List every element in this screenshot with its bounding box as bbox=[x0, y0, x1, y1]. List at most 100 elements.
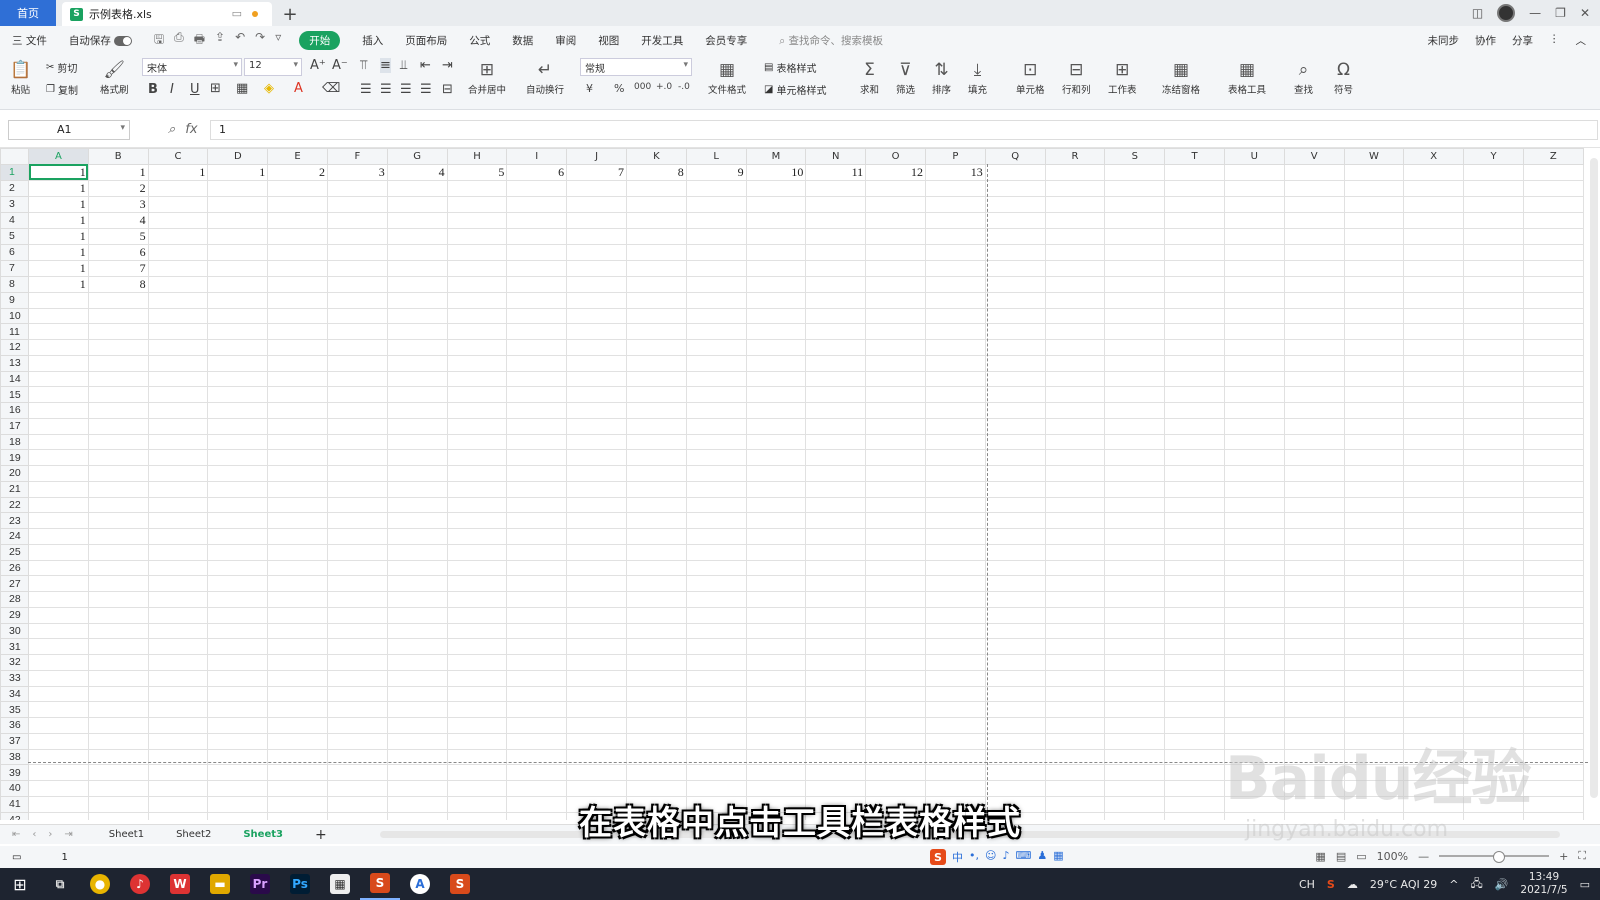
cell-u25[interactable] bbox=[1223, 543, 1285, 561]
cell-h4[interactable] bbox=[446, 211, 508, 229]
row-header[interactable]: 2 bbox=[0, 179, 29, 197]
tab-data[interactable]: 数据 bbox=[512, 33, 533, 48]
row-header[interactable]: 10 bbox=[0, 307, 29, 325]
cell-d10[interactable] bbox=[207, 307, 269, 325]
cell-d1[interactable]: 1 bbox=[207, 163, 269, 181]
cell-s25[interactable] bbox=[1104, 543, 1166, 561]
cell-w34[interactable] bbox=[1343, 685, 1405, 703]
cell-p10[interactable] bbox=[924, 307, 986, 325]
cell-a19[interactable] bbox=[28, 449, 89, 466]
row-header[interactable]: 6 bbox=[0, 243, 29, 261]
cell-e32[interactable] bbox=[267, 654, 328, 671]
cell-k8[interactable] bbox=[625, 275, 687, 293]
cell-r8[interactable] bbox=[1044, 275, 1106, 293]
cell-u11[interactable] bbox=[1223, 323, 1285, 340]
cell-f26[interactable] bbox=[326, 559, 388, 577]
cell-m7[interactable] bbox=[745, 259, 807, 277]
cell-g2[interactable] bbox=[386, 179, 448, 197]
cell-p39[interactable] bbox=[924, 764, 986, 781]
tab-review[interactable]: 审阅 bbox=[555, 33, 576, 48]
font-name-select[interactable]: 宋体 bbox=[142, 58, 242, 76]
tab-view[interactable]: 视图 bbox=[598, 33, 619, 48]
cell-l5[interactable] bbox=[685, 227, 747, 245]
cell-n10[interactable] bbox=[805, 307, 867, 325]
cell-v17[interactable] bbox=[1283, 417, 1345, 435]
cell-q22[interactable] bbox=[984, 496, 1046, 514]
column-header-d[interactable]: D bbox=[207, 148, 269, 165]
cell-s27[interactable] bbox=[1104, 575, 1166, 592]
cell-r26[interactable] bbox=[1044, 559, 1106, 577]
cell-x14[interactable] bbox=[1403, 370, 1465, 388]
cell-w24[interactable] bbox=[1343, 528, 1405, 545]
cell-j20[interactable] bbox=[566, 465, 627, 482]
cell-r36[interactable] bbox=[1044, 717, 1106, 734]
cell-n32[interactable] bbox=[805, 654, 867, 671]
cell-m34[interactable] bbox=[745, 685, 807, 703]
cell-n40[interactable] bbox=[805, 780, 867, 797]
cell-d34[interactable] bbox=[207, 685, 269, 703]
cell-p2[interactable] bbox=[924, 179, 986, 197]
row-header[interactable]: 26 bbox=[0, 559, 29, 577]
worksheet-button[interactable]: ⊞ 工作表 bbox=[1108, 58, 1137, 96]
cell-v1[interactable] bbox=[1283, 163, 1345, 181]
sogou-tray-icon[interactable]: S bbox=[1327, 878, 1335, 891]
cell-h31[interactable] bbox=[446, 638, 508, 655]
number-format-select[interactable]: 常规 bbox=[580, 58, 692, 76]
row-header[interactable]: 21 bbox=[0, 480, 29, 498]
cell-o9[interactable] bbox=[865, 291, 926, 309]
cell-f12[interactable] bbox=[326, 339, 388, 356]
cell-r28[interactable] bbox=[1044, 591, 1106, 608]
cell-v2[interactable] bbox=[1283, 179, 1345, 197]
cell-j7[interactable] bbox=[566, 259, 627, 277]
cell-l27[interactable] bbox=[685, 575, 747, 592]
cell-i16[interactable] bbox=[506, 402, 568, 419]
cell-c32[interactable] bbox=[147, 654, 209, 671]
cell-b12[interactable] bbox=[87, 339, 149, 356]
cell-b11[interactable] bbox=[87, 323, 149, 340]
cell-d13[interactable] bbox=[207, 354, 269, 372]
cell-r7[interactable] bbox=[1044, 259, 1106, 277]
cell-k5[interactable] bbox=[625, 227, 687, 245]
cell-k33[interactable] bbox=[625, 669, 687, 687]
cell-t33[interactable] bbox=[1164, 669, 1225, 687]
cell-e20[interactable] bbox=[267, 465, 328, 482]
cell-k4[interactable] bbox=[625, 211, 687, 229]
cell-f1[interactable]: 3 bbox=[326, 163, 388, 181]
cell-n22[interactable] bbox=[805, 496, 867, 514]
cell-y34[interactable] bbox=[1463, 685, 1524, 703]
cell-b17[interactable] bbox=[87, 417, 149, 435]
cell-z40[interactable] bbox=[1522, 780, 1584, 797]
cell-h3[interactable] bbox=[446, 195, 508, 213]
cell-h19[interactable] bbox=[446, 449, 508, 466]
column-header-x[interactable]: X bbox=[1403, 148, 1465, 165]
cell-z39[interactable] bbox=[1522, 764, 1584, 781]
cell-z19[interactable] bbox=[1522, 449, 1584, 466]
cell-p19[interactable] bbox=[924, 449, 986, 466]
cell-a18[interactable] bbox=[28, 433, 89, 451]
cell-g32[interactable] bbox=[386, 654, 448, 671]
cell-f40[interactable] bbox=[326, 780, 388, 797]
cell-g22[interactable] bbox=[386, 496, 448, 514]
cell-z13[interactable] bbox=[1522, 354, 1584, 372]
cell-r39[interactable] bbox=[1044, 764, 1106, 781]
cell-x33[interactable] bbox=[1403, 669, 1465, 687]
cell-l31[interactable] bbox=[685, 638, 747, 655]
cell-p17[interactable] bbox=[924, 417, 986, 435]
cell-x22[interactable] bbox=[1403, 496, 1465, 514]
cell-m30[interactable] bbox=[745, 622, 807, 640]
cell-u35[interactable] bbox=[1223, 701, 1285, 718]
cell-i22[interactable] bbox=[506, 496, 568, 514]
cell-u32[interactable] bbox=[1223, 654, 1285, 671]
row-header[interactable]: 9 bbox=[0, 291, 29, 309]
cell-j29[interactable] bbox=[566, 606, 627, 624]
cell-m32[interactable] bbox=[745, 654, 807, 671]
cell-q1[interactable] bbox=[984, 163, 1046, 181]
cell-w17[interactable] bbox=[1343, 417, 1405, 435]
share-button[interactable]: 分享 bbox=[1512, 33, 1533, 48]
convert-format-button[interactable]: ▦ 文件格式 bbox=[708, 58, 746, 96]
align-top-icon[interactable]: ⫪ bbox=[360, 58, 367, 73]
cell-m11[interactable] bbox=[745, 323, 807, 340]
cell-l19[interactable] bbox=[685, 449, 747, 466]
cell-v14[interactable] bbox=[1283, 370, 1345, 388]
cell-p27[interactable] bbox=[924, 575, 986, 592]
